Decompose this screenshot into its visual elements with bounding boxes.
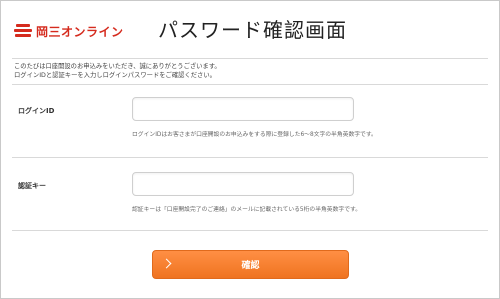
field-divider <box>12 157 488 158</box>
chevron-right-icon <box>161 258 172 269</box>
confirm-button[interactable]: 確認 <box>152 250 349 279</box>
header: 岡三オンライン パスワード確認画面 <box>0 0 500 58</box>
okasan-logo-icon <box>14 23 32 39</box>
form-divider <box>12 230 488 231</box>
header-divider <box>12 58 488 59</box>
auth-key-label: 認証キー <box>18 182 46 190</box>
confirm-button-label: 確認 <box>241 261 260 271</box>
intro-text: このたびは口座開設のお申込みをいただき、誠にありがとうございます。 ログインID… <box>14 62 484 80</box>
brand-name: 岡三オンライン <box>36 24 124 39</box>
intro-line-1: このたびは口座開設のお申込みをいただき、誠にありがとうございます。 <box>14 63 221 70</box>
brand-logo: 岡三オンライン <box>14 20 124 42</box>
page-title: パスワード確認画面 <box>158 18 347 42</box>
auth-key-input[interactable] <box>132 172 354 196</box>
auth-key-help: 認証キーは「口座開設完了のご連絡」のメールに記載されている5桁の半角英数字です。 <box>132 207 362 213</box>
login-id-input[interactable] <box>132 97 354 121</box>
intro-line-2: ログインIDと認証キーを入力しログインパスワードをご確認ください。 <box>14 72 216 79</box>
intro-divider <box>12 84 488 85</box>
login-id-help: ログインIDはお客さまが口座開設のお申込みをする際に登録した6〜8文字の半角英数… <box>132 132 377 138</box>
login-id-label: ログインID <box>18 107 55 115</box>
